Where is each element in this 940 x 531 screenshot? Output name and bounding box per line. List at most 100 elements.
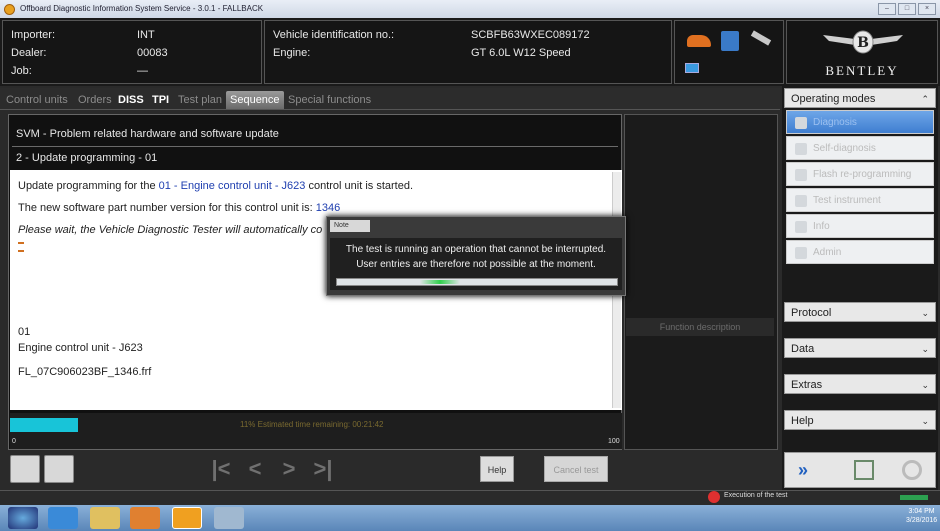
message-line-2: The new software part number version for… bbox=[18, 202, 340, 214]
document-icon[interactable] bbox=[10, 455, 40, 483]
window-title: Offboard Diagnostic Information System S… bbox=[20, 4, 264, 13]
browser-icon[interactable] bbox=[48, 507, 78, 529]
help-button[interactable]: Help bbox=[480, 456, 514, 482]
tab-orders[interactable]: Orders bbox=[74, 91, 116, 109]
mode-test-instrument[interactable]: Test instrument bbox=[786, 188, 934, 212]
dealer-label: Dealer: bbox=[11, 47, 47, 59]
date: 3/28/2016 bbox=[906, 517, 938, 524]
help-label: Help bbox=[791, 415, 814, 427]
toolbar bbox=[0, 451, 780, 489]
vin-label: Vehicle identification no.: bbox=[273, 29, 395, 41]
power-icon[interactable] bbox=[902, 460, 922, 480]
tab-special-functions[interactable]: Special functions bbox=[284, 91, 375, 109]
mode-flash[interactable]: Flash re-programming bbox=[786, 162, 934, 186]
extras-header[interactable]: Extras ⌄ bbox=[784, 374, 936, 394]
dealer-value: 00083 bbox=[137, 47, 168, 59]
note-progress-indicator bbox=[420, 280, 460, 284]
message-text: control unit is started. bbox=[305, 180, 414, 192]
flash-icon bbox=[795, 169, 807, 181]
mode-label: Diagnosis bbox=[813, 117, 857, 128]
protocol-header[interactable]: Protocol ⌄ bbox=[784, 302, 936, 322]
mode-label: Admin bbox=[813, 247, 842, 258]
tab-sequence[interactable]: Sequence bbox=[226, 91, 284, 109]
tab-test-plan[interactable]: Test plan bbox=[174, 91, 226, 109]
mode-label: Self-diagnosis bbox=[813, 143, 876, 154]
info-address: 01 bbox=[18, 326, 31, 338]
expand-icon: ⌄ bbox=[921, 308, 929, 318]
mode-label: Flash re-programming bbox=[813, 169, 912, 180]
bentley-wings-icon: B bbox=[823, 30, 903, 54]
svg-text:B: B bbox=[857, 35, 869, 51]
time: 3:04 PM bbox=[908, 508, 935, 515]
help-header[interactable]: Help ⌄ bbox=[784, 410, 936, 430]
status-indicator bbox=[900, 495, 928, 500]
data-label: Data bbox=[791, 343, 815, 355]
tab-control-units[interactable]: Control units bbox=[2, 91, 72, 109]
mode-admin[interactable]: Admin bbox=[786, 240, 934, 264]
title-bar: Offboard Diagnostic Information System S… bbox=[0, 0, 940, 18]
tab-diss[interactable]: DISS bbox=[114, 91, 148, 109]
app-icon bbox=[4, 4, 15, 15]
cancel-test-button[interactable]: Cancel test bbox=[544, 456, 608, 482]
function-panel bbox=[624, 114, 778, 450]
maximize-button[interactable]: □ bbox=[898, 3, 916, 15]
stop-icon bbox=[708, 491, 720, 503]
window-controls: – □ × bbox=[878, 3, 936, 15]
hourglass-icon bbox=[18, 242, 24, 252]
clock[interactable]: 3:04 PM 3/28/2016 bbox=[906, 507, 937, 525]
self-diagnosis-icon bbox=[795, 143, 807, 155]
expand-icon: ⌄ bbox=[921, 416, 929, 426]
note-line-2: User entries are therefore not possible … bbox=[356, 259, 596, 270]
mode-label: Info bbox=[813, 221, 830, 232]
note-line-1: The test is running an operation that ca… bbox=[345, 244, 607, 255]
mode-diagnosis[interactable]: Diagnosis bbox=[786, 110, 934, 134]
svm-title: SVM - Problem related hardware and softw… bbox=[16, 128, 279, 140]
expand-icon: ⌄ bbox=[921, 380, 929, 390]
importer-label: Importer: bbox=[11, 29, 56, 41]
job-label: Job: bbox=[11, 65, 32, 77]
paint-icon[interactable] bbox=[214, 507, 244, 529]
status-bar bbox=[0, 490, 940, 504]
engine-value: GT 6.0L W12 Speed bbox=[471, 47, 571, 59]
part-number: 1346 bbox=[315, 202, 341, 214]
close-button[interactable]: × bbox=[918, 3, 936, 15]
operating-modes-label: Operating modes bbox=[791, 93, 876, 105]
message-text: Update programming for the bbox=[18, 180, 159, 192]
tab-tpi[interactable]: TPI bbox=[148, 91, 173, 109]
start-button-icon[interactable] bbox=[8, 507, 38, 529]
progress-bar-fill bbox=[10, 418, 78, 432]
control-unit-name: 01 - Engine control unit - J623 bbox=[158, 180, 306, 192]
forward-icon[interactable]: » bbox=[798, 456, 828, 484]
message-line-3: Please wait, the Vehicle Diagnostic Test… bbox=[18, 224, 323, 236]
diagnosis-icon bbox=[795, 117, 807, 129]
note-progress-bar bbox=[336, 278, 618, 286]
media-player-icon[interactable] bbox=[130, 507, 160, 529]
network-icon bbox=[721, 31, 739, 51]
brand-logo: B BENTLEY bbox=[786, 20, 938, 84]
dealer-info: Importer: INT Dealer: 00083 Job: — bbox=[2, 20, 262, 84]
odis-app-icon[interactable] bbox=[172, 507, 202, 529]
tab-bar: Control units Orders DISS TPI Test plan … bbox=[0, 88, 780, 110]
importer-value: INT bbox=[137, 29, 155, 41]
diagnostic-cable-icon bbox=[750, 30, 772, 46]
folder-icon[interactable] bbox=[90, 507, 120, 529]
grid-icon[interactable] bbox=[854, 460, 874, 480]
mode-info[interactable]: Info bbox=[786, 214, 934, 238]
mode-label: Test instrument bbox=[813, 195, 881, 206]
battery-icon bbox=[685, 63, 699, 73]
progress-text: 11% Estimated time remaining: 00:21:42 bbox=[240, 420, 384, 429]
info-flash-file: FL_07C906023BF_1346.frf bbox=[18, 366, 152, 378]
info-control-unit: Engine control unit - J623 bbox=[18, 342, 143, 354]
data-header[interactable]: Data ⌄ bbox=[784, 338, 936, 358]
document-search-icon[interactable] bbox=[44, 455, 74, 483]
operating-modes-header[interactable]: Operating modes ⌃ bbox=[784, 88, 936, 108]
mode-self-diagnosis[interactable]: Self-diagnosis bbox=[786, 136, 934, 160]
last-page-icon[interactable]: >| bbox=[312, 456, 334, 482]
connection-status bbox=[674, 20, 784, 84]
first-page-icon[interactable]: |< bbox=[210, 456, 232, 482]
minimize-button[interactable]: – bbox=[878, 3, 896, 15]
info-icon bbox=[795, 221, 807, 233]
function-description-button[interactable]: Function description bbox=[626, 318, 774, 336]
previous-icon[interactable]: < bbox=[244, 456, 266, 482]
next-icon[interactable]: > bbox=[278, 456, 300, 482]
